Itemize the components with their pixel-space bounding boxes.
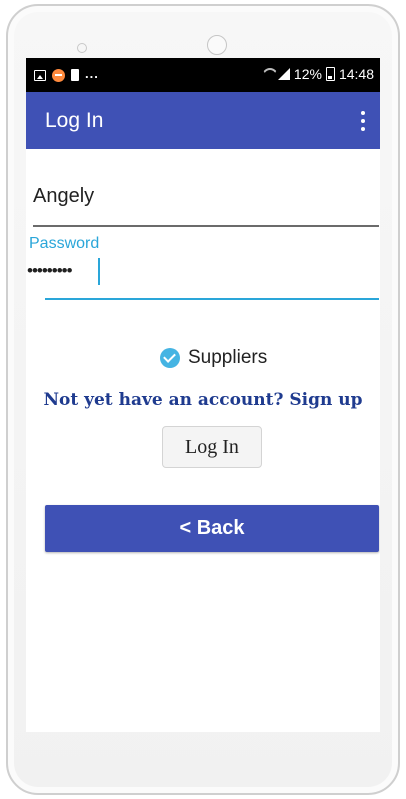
battery-icon <box>325 67 335 81</box>
page-title: Log In <box>45 109 104 132</box>
front-camera <box>207 35 227 55</box>
password-value: ••••••••• <box>27 261 73 280</box>
password-label: Password <box>29 235 100 252</box>
username-field[interactable]: Angely <box>33 177 379 227</box>
clock: 14:48 <box>338 66 374 82</box>
check-circle-icon <box>160 348 180 368</box>
more-vert-icon[interactable] <box>360 111 366 131</box>
password-field[interactable]: ••••••••• <box>27 255 379 300</box>
screen: ... 12% 14:48 Log In Angely Password •••… <box>26 58 380 732</box>
username-value: Angely <box>33 185 95 207</box>
back-button[interactable]: < Back <box>45 505 379 552</box>
image-icon <box>34 69 46 81</box>
suppliers-label: Suppliers <box>188 347 268 368</box>
wifi-icon <box>262 68 274 80</box>
signup-link[interactable]: Not yet have an account? Sign up <box>26 390 380 410</box>
status-bar: ... 12% 14:48 <box>26 58 380 92</box>
text-cursor <box>98 258 100 285</box>
status-left: ... <box>34 65 99 83</box>
sim-card-icon <box>71 69 79 81</box>
battery-percent: 12% <box>293 66 322 82</box>
status-right: 12% 14:48 <box>262 66 374 82</box>
login-button[interactable]: Log In <box>162 426 262 468</box>
suppliers-checkbox[interactable]: Suppliers <box>160 346 267 370</box>
more-notifications: ... <box>85 65 99 81</box>
sensor-dot <box>77 43 87 53</box>
signal-icon <box>277 68 290 80</box>
notification-icon <box>52 68 65 82</box>
app-bar: Log In <box>26 92 380 149</box>
